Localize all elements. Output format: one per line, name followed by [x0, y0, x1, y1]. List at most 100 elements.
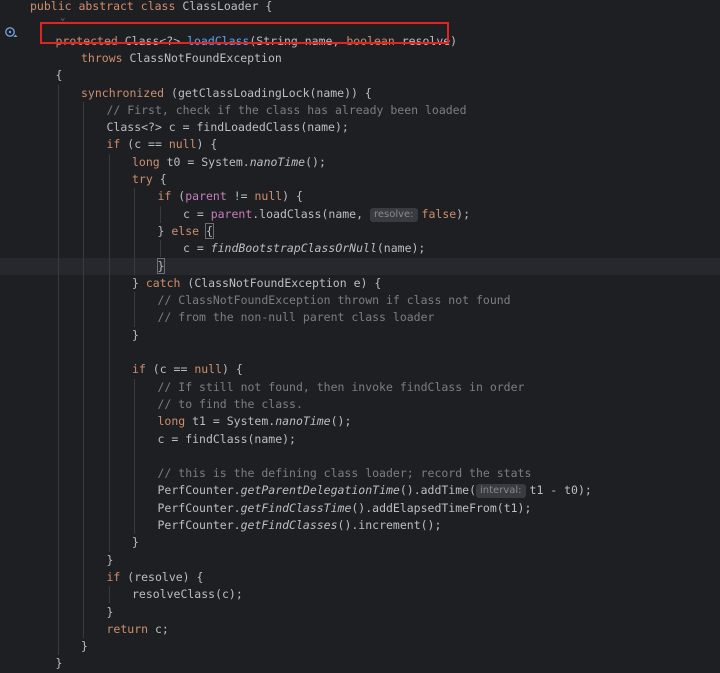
code-token: t1 = System.	[192, 414, 276, 429]
code-line[interactable]: // First, check if the class has already…	[0, 102, 720, 119]
code-line[interactable]: public abstract class ClassLoader {	[0, 0, 720, 15]
code-line[interactable]: }	[0, 655, 720, 672]
code-token: ().addElapsedTimeFrom(t1);	[351, 500, 532, 515]
code-token: c = findClass(name);	[157, 431, 296, 446]
code-line[interactable]: throws ClassNotFoundException	[0, 50, 720, 67]
indent-guide	[108, 586, 110, 604]
code-token: synchronized	[81, 85, 172, 100]
code-token: t1 - t0);	[529, 483, 592, 498]
code-line-content: PerfCounter.getParentDelegationTime().ad…	[158, 482, 592, 499]
code-token: false	[421, 206, 457, 221]
code-token: ) {	[282, 189, 303, 204]
code-token: else	[171, 223, 206, 238]
code-token: }	[132, 275, 146, 290]
code-token: null	[168, 137, 197, 152]
code-line-content: c = findClass(name);	[158, 431, 296, 448]
code-line-content: } else {	[157, 222, 214, 240]
code-token: c =	[183, 241, 211, 256]
code-token: ) {	[196, 137, 218, 152]
code-editor[interactable]: public abstract class ClassLoader {prote…	[0, 0, 720, 670]
code-token: getFindClasses	[240, 518, 338, 532]
code-token: {	[159, 172, 167, 186]
code-line[interactable]: {	[0, 67, 720, 84]
code-token: .loadClass(name,	[252, 206, 370, 221]
code-line-content: // to find the class.	[158, 396, 303, 413]
code-line[interactable]: if (c == null) {	[0, 136, 720, 153]
code-token: }	[106, 604, 114, 619]
code-token: if	[106, 569, 128, 584]
code-token: c;	[154, 621, 169, 636]
code-token: getParentDelegationTime	[240, 483, 400, 498]
code-token: parent	[210, 206, 253, 221]
code-line-content: // ClassNotFoundException thrown if clas…	[158, 292, 511, 309]
code-token: // If still not found, then invoke findC…	[157, 379, 525, 394]
indent-guide	[108, 153, 110, 552]
code-line-content: // this is the defining class loader; re…	[158, 465, 532, 482]
code-token: findBootstrapClassOrNull	[210, 241, 377, 256]
code-token: !=	[226, 189, 255, 204]
indent-guide	[159, 240, 161, 258]
code-line-content: resolveClass(c);	[132, 586, 243, 603]
code-line-content: }	[81, 638, 88, 655]
code-token: }	[157, 223, 172, 238]
code-token: (c ==	[127, 137, 169, 152]
code-line-content: Class<?> c = findLoadedClass(name);	[107, 119, 349, 136]
code-line-content: long t1 = System.nanoTime();	[158, 413, 352, 430]
code-line[interactable]: }	[0, 604, 720, 621]
code-token: ) {	[222, 362, 243, 377]
code-token: throws	[81, 50, 130, 65]
code-line-content: if (parent != null) {	[158, 188, 303, 205]
code-line[interactable]: }	[0, 552, 720, 569]
code-line-content: PerfCounter.getFindClasses().increment()…	[158, 517, 442, 534]
code-token: {	[55, 68, 63, 83]
code-token: nanoTime	[275, 414, 331, 429]
code-line-content: }	[107, 604, 114, 621]
code-token: }	[81, 639, 88, 654]
code-token: );	[456, 206, 471, 221]
code-token: (c ==	[152, 362, 195, 377]
code-line[interactable]: return c;	[0, 621, 720, 638]
code-line-content: if (resolve) {	[107, 569, 204, 586]
code-token: }	[55, 656, 63, 671]
parameter-hint: resolve:	[369, 207, 418, 222]
code-token: ().increment();	[337, 518, 442, 532]
code-line-content: if (c == null) {	[107, 136, 218, 153]
code-token: long	[157, 414, 193, 429]
code-line[interactable]: Class<?> c = findLoadedClass(name);	[0, 119, 720, 136]
code-token: null	[194, 362, 223, 377]
method-signature-highlight	[40, 22, 449, 44]
indent-guide	[134, 292, 135, 327]
code-token: // ClassNotFoundException thrown if clas…	[157, 293, 511, 308]
indent-guide	[83, 101, 84, 639]
indent-guide	[134, 378, 135, 535]
code-line-content: throws ClassNotFoundException	[81, 50, 282, 67]
code-line-content: // If still not found, then invoke findC…	[158, 379, 525, 396]
code-token: }	[106, 552, 114, 567]
code-token: // this is the defining class loader; re…	[157, 466, 532, 481]
code-token: }	[156, 257, 166, 274]
code-line-content: }	[132, 327, 139, 344]
code-line[interactable]: synchronized (getClassLoadingLock(name))…	[0, 85, 720, 102]
code-token: // First, check if the class has already…	[106, 102, 467, 117]
code-line-content: c = findBootstrapClassOrNull(name);	[183, 240, 425, 257]
code-token: (getClassLoadingLock(name)) {	[171, 85, 372, 100]
code-token: c =	[183, 206, 211, 221]
indent-guide	[159, 205, 161, 223]
code-line-content: try {	[132, 171, 167, 188]
code-token: long	[132, 154, 167, 169]
code-token: nanoTime	[249, 154, 306, 169]
code-line[interactable]: }	[0, 638, 720, 655]
code-line-content: c = parent.loadClass(name, resolve: false…	[183, 206, 470, 223]
code-token: }	[132, 327, 139, 342]
code-line-content: }	[56, 655, 63, 672]
code-token: if	[157, 189, 179, 204]
code-token: if	[132, 362, 153, 377]
code-line-content: }	[132, 534, 139, 551]
code-token: try	[132, 172, 160, 186]
code-token: t0 = System.	[166, 154, 250, 169]
code-line-content: PerfCounter.getFindClassTime().addElapse…	[158, 500, 532, 517]
code-line[interactable]: if (resolve) {	[0, 569, 720, 586]
code-token: ();	[305, 154, 326, 169]
code-token: (ClassNotFoundException e) {	[187, 275, 382, 290]
code-line-content: public abstract class ClassLoader {	[30, 0, 272, 15]
